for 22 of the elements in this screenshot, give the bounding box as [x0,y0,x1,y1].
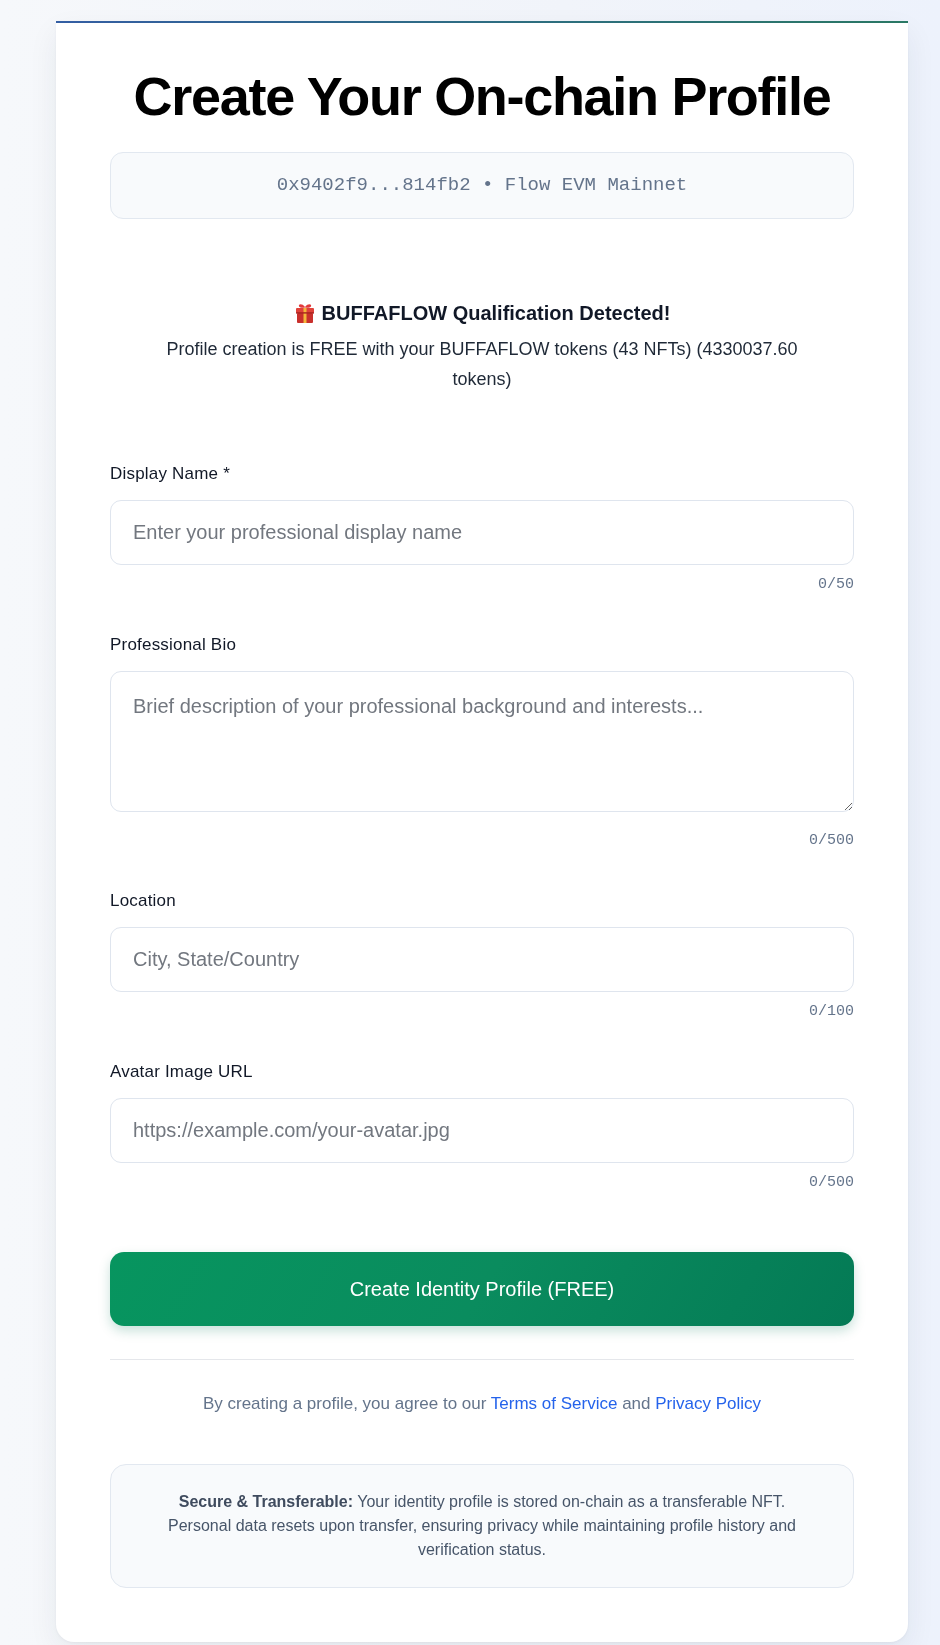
field-label: Professional Bio [110,634,238,656]
character-counter: 0/500 [809,1173,854,1193]
field-label: Avatar Image URL [110,1061,254,1083]
character-counter: 0/500 [809,831,854,851]
policy-link[interactable]: Privacy Policy [655,1394,762,1413]
submit-button[interactable]: Create Identity Profile (FREE) [110,1252,854,1326]
bio-field[interactable]: Brief description of your professional background and interests... [110,671,854,812]
input-field[interactable]: City, State/Country [110,927,854,992]
wallet-info: 0x9402f9...814fb2 • Flow EVM Mainnet [110,152,854,219]
field-label: Location [110,890,177,912]
policy-link[interactable]: Terms of Service [490,1394,618,1413]
page-title: Create Your On-chain Profile [132,66,832,126]
gift-icon [293,302,316,324]
qualification-message: Profile creation is FREE with your BUFFAFLOW tokens (43 NFTs) (4330037.60 tokens) [165,338,799,391]
terms-notice: By creating a profile, you agree to our Terms of Service and Privacy Policy [201,1393,763,1415]
character-counter: 0/50 [818,575,854,595]
character-counter: 0/100 [809,1002,854,1022]
security-note: Secure & Transferable: Your identity profile is stored on-chain as a transferable NFT. Personal data resets upon transfer, ensuring privacy while maintaining profile history and verification status. [167,1492,797,1560]
input-field[interactable]: https://example.com/your-avatar.jpg [110,1098,854,1163]
input-field[interactable]: Enter your professional display name [110,500,854,565]
field-label: Display Name * [110,463,231,485]
qualification-title: BUFFAFLOW Qualification Detected! [321,301,671,326]
